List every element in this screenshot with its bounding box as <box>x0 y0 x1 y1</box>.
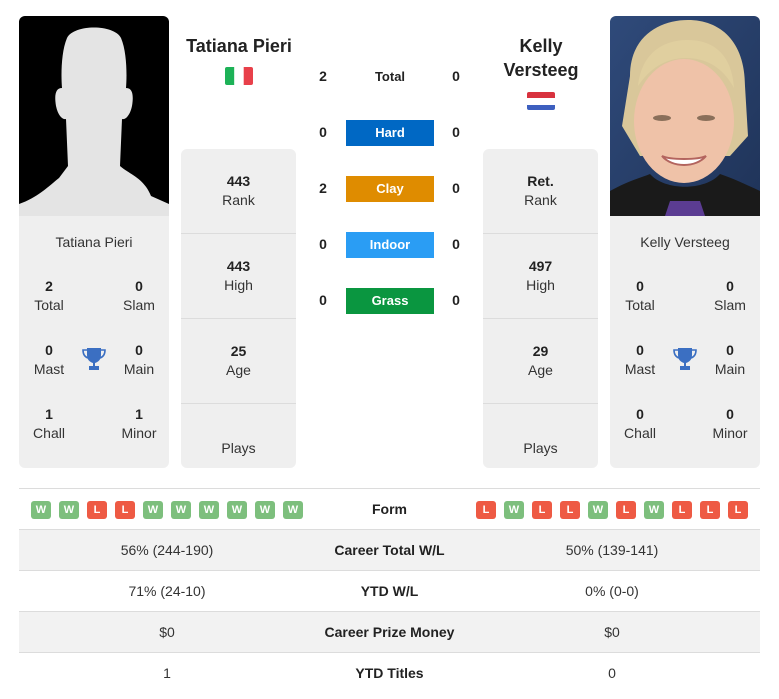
player1-card: Tatiana Pieri 2 Total 0 Slam 0 Mast 0 Ma… <box>19 16 169 468</box>
form-win-badge[interactable]: W <box>171 501 191 519</box>
player1-photo[interactable] <box>19 16 169 216</box>
form-win-badge[interactable]: W <box>143 501 163 519</box>
h2h-hard: 0 Hard 0 <box>310 120 470 146</box>
player2-high: 497 High <box>483 234 598 319</box>
player1-name[interactable]: Tatiana Pieri <box>178 34 300 58</box>
player1-rank: 443 Rank <box>181 149 296 234</box>
table-row: $0 Career Prize Money $0 <box>19 611 760 652</box>
player2-slam-titles: 0 Slam <box>714 278 746 313</box>
player1-value: 1 <box>163 665 171 681</box>
player2-minor-titles: 0 Minor <box>712 406 748 441</box>
player1-high: 443 High <box>181 234 296 319</box>
form-win-badge[interactable]: W <box>59 501 79 519</box>
form-win-badge[interactable]: W <box>31 501 51 519</box>
comparison-table: WWLLWWWWWW Form LWLLWLWLLL 56% (244-190)… <box>19 488 760 693</box>
hard-surface-badge[interactable]: Hard <box>346 120 434 146</box>
player2-value: 0 <box>608 665 616 681</box>
form-win-badge[interactable]: W <box>644 501 664 519</box>
player2-main-titles: 0 Main <box>714 342 746 377</box>
row-label: YTD Titles <box>355 665 424 681</box>
form-win-badge[interactable]: W <box>283 501 303 519</box>
player2-card: Kelly Versteeg 0 Total 0 Slam 0 Mast 0 M… <box>610 16 760 468</box>
player1-value: 56% (244-190) <box>120 542 214 558</box>
form-win-badge[interactable]: W <box>255 501 275 519</box>
table-row: 1 YTD Titles 0 <box>19 652 760 693</box>
h2h-clay: 2 Clay 0 <box>310 176 470 202</box>
h2h-indoor: 0 Indoor 0 <box>310 232 470 258</box>
h2h-grass: 0 Grass 0 <box>310 288 470 314</box>
player1-mast-titles: 0 Mast <box>33 342 65 377</box>
grass-surface-badge[interactable]: Grass <box>346 288 434 314</box>
player2-value: 50% (139-141) <box>565 542 659 558</box>
player2-total-titles: 0 Total <box>625 278 655 313</box>
form-loss-badge[interactable]: L <box>672 501 692 519</box>
player1-value: 71% (24-10) <box>128 583 206 599</box>
form-loss-badge[interactable]: L <box>532 501 552 519</box>
form-win-badge[interactable]: W <box>588 501 608 519</box>
player1-plays: Plays <box>221 440 256 456</box>
form-loss-badge[interactable]: L <box>700 501 720 519</box>
trophy-icon <box>672 346 698 372</box>
clay-surface-badge[interactable]: Clay <box>346 176 434 202</box>
italy-flag-icon <box>225 67 253 85</box>
player2-value: 0% (0-0) <box>585 583 639 599</box>
row-label: Career Prize Money <box>324 624 455 640</box>
form-win-badge[interactable]: W <box>199 501 219 519</box>
player2-rank: Ret. Rank <box>483 149 598 234</box>
player2-chall-titles: 0 Chall <box>624 406 656 441</box>
player1-value: $0 <box>159 624 175 640</box>
player1-stats: 443 Rank 443 High 25 Age Plays <box>181 149 296 468</box>
silhouette-icon <box>19 16 169 216</box>
player2-mast-titles: 0 Mast <box>624 342 656 377</box>
player1-slam-titles: 0 Slam <box>123 278 155 313</box>
player2-age: 29 Age <box>483 319 598 404</box>
form-loss-badge[interactable]: L <box>728 501 748 519</box>
form-win-badge[interactable]: W <box>227 501 247 519</box>
form-loss-badge[interactable]: L <box>476 501 496 519</box>
player1-minor-titles: 1 Minor <box>121 406 157 441</box>
indoor-surface-badge[interactable]: Indoor <box>346 232 434 258</box>
player1-form: WWLLWWWWWW <box>31 501 303 519</box>
player2-name[interactable]: Kelly Versteeg <box>480 34 602 82</box>
player1-main-titles: 0 Main <box>123 342 155 377</box>
player2-stats: Ret. Rank 497 High 29 Age Plays <box>483 149 598 468</box>
form-label: Form <box>372 501 407 517</box>
form-loss-badge[interactable]: L <box>115 501 135 519</box>
player2-form: LWLLWLWLLL <box>476 501 748 519</box>
table-row: 56% (244-190) Career Total W/L 50% (139-… <box>19 529 760 570</box>
player-photo-icon <box>610 16 760 216</box>
player2-card-name: Kelly Versteeg <box>640 234 730 250</box>
h2h-total-label: Total <box>374 69 406 84</box>
table-row: 71% (24-10) YTD W/L 0% (0-0) <box>19 570 760 611</box>
player1-card-name: Tatiana Pieri <box>55 234 133 250</box>
row-label: Career Total W/L <box>334 542 445 558</box>
form-loss-badge[interactable]: L <box>560 501 580 519</box>
player1-total-titles: 2 Total <box>34 278 64 313</box>
player2-value: $0 <box>604 624 620 640</box>
player2-plays: Plays <box>523 440 558 456</box>
form-loss-badge[interactable]: L <box>87 501 107 519</box>
form-loss-badge[interactable]: L <box>616 501 636 519</box>
row-label: YTD W/L <box>360 583 419 599</box>
player1-chall-titles: 1 Chall <box>33 406 65 441</box>
trophy-icon <box>81 346 107 372</box>
form-win-badge[interactable]: W <box>504 501 524 519</box>
netherlands-flag-icon <box>527 92 555 110</box>
player1-age: 25 Age <box>181 319 296 404</box>
form-row: WWLLWWWWWW Form LWLLWLWLLL <box>19 488 760 529</box>
player2-photo[interactable] <box>610 16 760 216</box>
h2h-total: 2 Total 0 <box>310 64 470 90</box>
